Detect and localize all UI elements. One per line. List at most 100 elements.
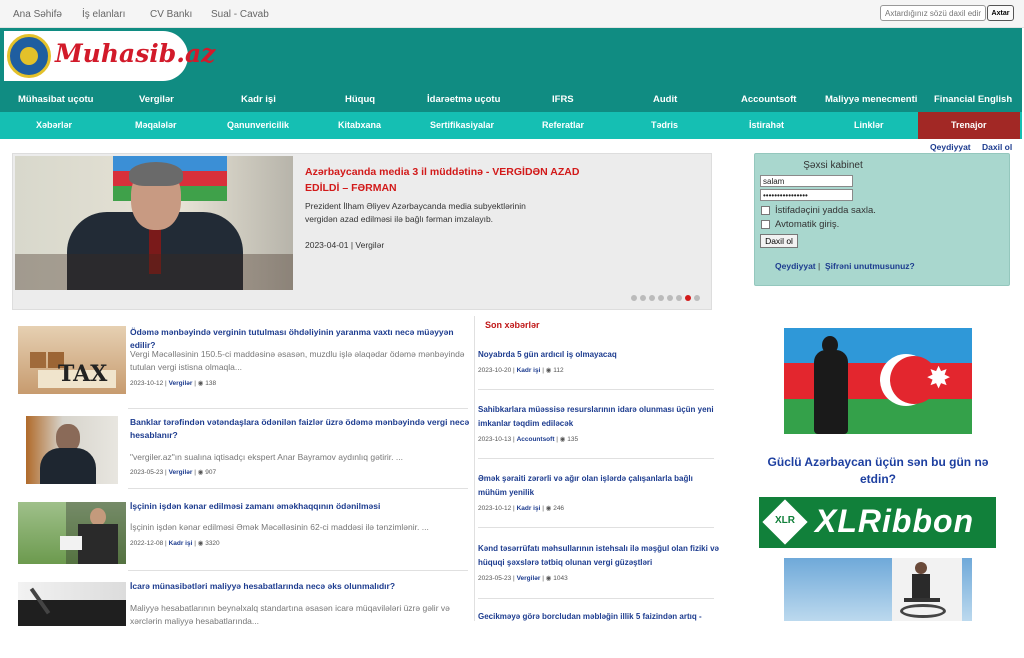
banner-slogan[interactable]: Güclü Azərbaycan üçün sən bu gün nə etdi… (760, 454, 996, 488)
eye-icon: ◉ (197, 380, 204, 387)
latest-news-category[interactable]: Kadr işi (517, 505, 541, 512)
subnav-item-leisure[interactable]: İstirahət (749, 120, 784, 130)
latest-news-views: 135 (567, 436, 579, 443)
topnav-jobs-link[interactable]: İş elanları (82, 9, 125, 20)
slider-dot[interactable] (640, 295, 646, 301)
search-button[interactable]: Axtar (987, 5, 1014, 21)
latest-news-views: 112 (553, 367, 564, 374)
slider-dot[interactable] (649, 295, 655, 301)
news-category[interactable]: Vergilər (169, 469, 193, 476)
featured-title[interactable]: Azərbaycanda media 3 il müddətinə - VERG… (305, 164, 595, 196)
mainnav-item-ifrs[interactable]: IFRS (552, 94, 574, 105)
latest-news-heading: Son xəbərlər (485, 320, 540, 330)
login-title: Şəxsi kabinet (803, 160, 863, 171)
subnav-item-trainer[interactable]: Trenajor (918, 112, 1020, 139)
latest-news-title[interactable]: Noyabrda 5 gün ardıcıl iş olmayacaq (478, 348, 720, 362)
news-meta: 2022-12-08 | Kadr işi | ◉ 3320 (130, 540, 220, 547)
register-link[interactable]: Qeydiyyat (930, 142, 971, 152)
latest-news-meta: 2023-10-12 | Kadr işi | ◉ 246 (478, 505, 565, 512)
mainnav-item-law[interactable]: Hüquq (345, 94, 375, 105)
news-title[interactable]: İşçinin işdən kənar edilməsi zamanı əmək… (130, 500, 470, 513)
latest-news-title[interactable]: Sahibkarlara müəssisə resurslarının idar… (478, 403, 720, 431)
latest-news-category[interactable]: Accountsoft (517, 436, 555, 443)
news-date: 2022-12-08 (130, 540, 164, 547)
forgot-password-link[interactable]: Şifrəni unutmusunuz? (825, 261, 915, 271)
subnav-item-links[interactable]: Linklər (854, 120, 884, 130)
slider-dot[interactable] (631, 295, 637, 301)
latest-news-item: Noyabrda 5 gün ardıcıl iş olmayacaq 2023… (478, 348, 720, 374)
username-input[interactable] (760, 175, 853, 187)
flag-banner[interactable]: ✸ (784, 328, 972, 434)
featured-image[interactable] (15, 156, 293, 290)
site-logo[interactable]: Muhasib.az (4, 31, 215, 81)
news-category[interactable]: Vergilər (169, 380, 193, 387)
news-date: 2023-10-12 (130, 380, 164, 387)
latest-news-category[interactable]: Kadr işi (517, 367, 541, 374)
mainnav-item-accounting[interactable]: Mühasibat uçotu (18, 94, 93, 105)
news-description: Vergi Məcəlləsinin 150.5-ci maddəsinə əs… (130, 349, 465, 372)
mainnav-item-hr[interactable]: Kadr işi (241, 94, 276, 105)
xlribbon-text: XLRibbon (815, 503, 975, 539)
news-item: İcarə münasibətləri maliyyə hesabatların… (18, 580, 470, 658)
latest-news-title[interactable]: Əmək şəraiti zərərli və ağır olan işlərd… (478, 472, 720, 500)
slider-dot[interactable] (667, 295, 673, 301)
mainnav-item-financial-management[interactable]: Maliyyə menecmenti (825, 94, 917, 105)
news-item: TAX Ödəmə mənbəyində verginin tutulması … (18, 326, 470, 404)
slider-dot[interactable] (685, 295, 691, 301)
xlribbon-banner[interactable]: XLR XLRibbon (759, 497, 996, 548)
latest-news-title[interactable]: Kənd təsərrüfatı məhsullarının istehsalı… (478, 542, 720, 570)
sub-nav: Xəbərlər Məqalələr Qanunvericilik Kitabx… (0, 112, 1022, 139)
subnav-item-certifications[interactable]: Sertifikasiyalar (430, 120, 494, 130)
mainnav-item-audit[interactable]: Audit (653, 94, 677, 105)
news-views: 3320 (205, 540, 220, 547)
featured-category[interactable]: Vergilər (355, 240, 384, 250)
login-register-link[interactable]: Qeydiyyat (775, 261, 816, 271)
subnav-item-legislation[interactable]: Qanunvericilik (227, 120, 289, 130)
latest-news-title[interactable]: Gecikməyə görə borcludan məbləğin illik … (478, 610, 720, 624)
divider (128, 570, 468, 571)
latest-news-views: 1043 (553, 575, 568, 582)
subnav-item-abstracts[interactable]: Referatlar (542, 120, 584, 130)
subnav-item-articles[interactable]: Məqalələr (135, 120, 177, 130)
topnav-qa-link[interactable]: Sual - Cavab (211, 9, 269, 20)
mainnav-item-taxes[interactable]: Vergilər (139, 94, 174, 105)
news-description: "vergiler.az"ın sualına iqtisadçı eksper… (130, 452, 403, 462)
eye-icon: ◉ (197, 540, 204, 547)
fitness-banner[interactable] (784, 558, 972, 621)
subnav-item-library[interactable]: Kitabxana (338, 120, 381, 130)
divider (128, 408, 468, 409)
subnav-item-trainer-label: Trenajor (951, 120, 987, 130)
mainnav-item-financial-english[interactable]: Financial English (934, 94, 1012, 105)
news-category[interactable]: Kadr işi (169, 540, 193, 547)
featured-description: Prezident İlham Əliyev Azərbaycanda medi… (305, 201, 526, 224)
news-image-tax-text: TAX (58, 361, 108, 387)
latest-news-category[interactable]: Vergilər (517, 575, 541, 582)
news-image-employee[interactable] (18, 502, 126, 564)
latest-news-date: 2023-10-12 (478, 505, 512, 512)
news-views: 138 (205, 380, 217, 387)
auto-login-checkbox[interactable] (761, 220, 770, 229)
news-image-expert[interactable] (26, 416, 118, 484)
mainnav-item-management-accounting[interactable]: İdarəetmə uçotu (427, 94, 500, 105)
remember-checkbox[interactable] (761, 206, 770, 215)
slider-dot[interactable] (694, 295, 700, 301)
password-input[interactable] (760, 189, 853, 201)
news-title[interactable]: İcarə münasibətləri maliyyə hesabatların… (130, 580, 470, 593)
news-title[interactable]: Banklar tərəfindən vətəndaşlara ödənilən… (130, 416, 470, 442)
mainnav-item-accountsoft[interactable]: Accountsoft (741, 94, 796, 105)
auto-login-label: Avtomatik giriş. (775, 219, 840, 230)
slider-dot[interactable] (658, 295, 664, 301)
slider-dot[interactable] (676, 295, 682, 301)
subnav-item-teaching[interactable]: Tədris (651, 120, 678, 130)
login-link[interactable]: Daxil ol (982, 142, 1012, 152)
latest-news-date: 2023-10-13 (478, 436, 512, 443)
divider (478, 389, 714, 390)
login-button[interactable]: Daxil ol (760, 234, 798, 248)
news-image-tax[interactable]: TAX (18, 326, 126, 394)
search-input[interactable] (880, 5, 986, 21)
login-links-separator: | (818, 261, 821, 271)
topnav-home-link[interactable]: Ana Səhifə (13, 9, 62, 20)
subnav-item-news[interactable]: Xəbərlər (36, 120, 72, 130)
news-image-lease[interactable] (18, 582, 126, 626)
topnav-cv-bank-link[interactable]: CV Bankı (150, 9, 192, 20)
